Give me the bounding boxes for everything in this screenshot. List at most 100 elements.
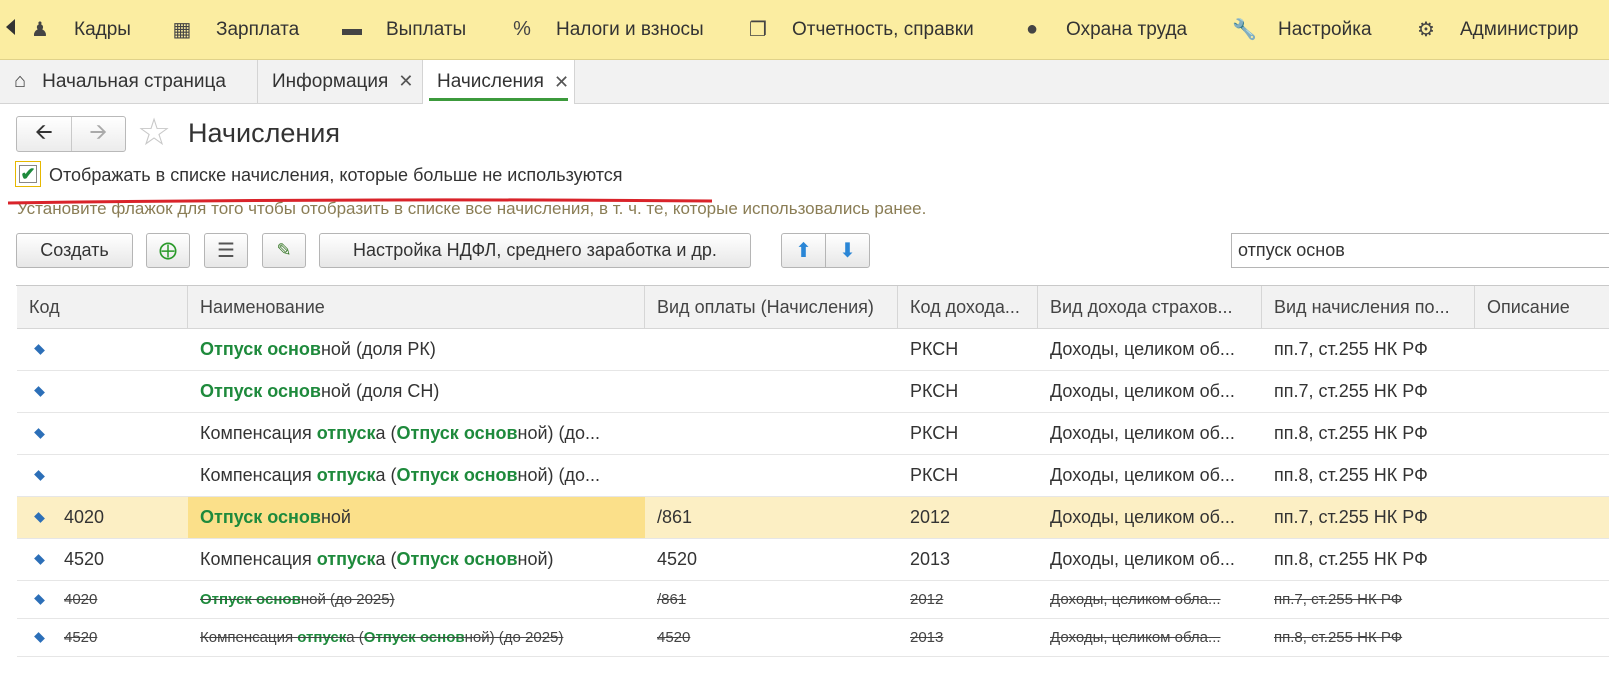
nav-item-zarplata[interactable]: ▦ Зарплата: [170, 0, 300, 59]
list-button[interactable]: ☰: [204, 233, 248, 268]
cell-income: 2013: [910, 629, 944, 646]
cell-code: 4520: [17, 619, 188, 656]
table-row[interactable]: 4520 Компенсация отпуск а (Отпуск основ ной…: [17, 539, 1609, 581]
nav-item-vyplaty[interactable]: ▬ Выплаты: [340, 0, 466, 59]
cell-income: 2012: [910, 591, 944, 608]
pencil-clock-icon: ✎: [276, 240, 292, 260]
cell-pay: [645, 413, 898, 454]
col-header-income-code[interactable]: Код дохода...: [898, 286, 1038, 329]
forward-button[interactable]: 🡪: [72, 117, 126, 151]
cell-desc: [1475, 329, 1609, 370]
create-button[interactable]: Создать: [16, 233, 133, 268]
tab-bar: ⌂ Начальная страница Информация ✕ Начисл…: [0, 60, 1609, 104]
table-row[interactable]: Отпуск основ ной (доля СН) РКСН Доходы, цел…: [17, 371, 1609, 413]
scroll-left-icon[interactable]: [6, 19, 15, 35]
wrench-icon: 🔧: [1232, 19, 1257, 41]
cell-kind: пп.8, ст.255 НК РФ: [1274, 423, 1428, 443]
cell-desc: [1475, 619, 1609, 656]
wallet-icon: ▬: [342, 18, 362, 40]
cell-ins: Доходы, целиком обла...: [1050, 591, 1221, 608]
cell-ins: Доходы, целиком об...: [1050, 381, 1235, 401]
cell-income: РКСН: [910, 465, 959, 485]
nav-item-nastroyka[interactable]: 🔧 Настройка: [1232, 0, 1372, 59]
percent-icon: %: [513, 18, 531, 40]
move-down-button[interactable]: ⬇: [825, 233, 870, 268]
item-diamond-icon: [34, 512, 45, 523]
cell-desc: [1475, 455, 1609, 496]
search-input[interactable]: [1231, 233, 1609, 268]
arrow-down-icon: ⬇: [839, 240, 856, 262]
table-row[interactable]: Компенсация отпуск а (Отпуск основ ной) (д…: [17, 413, 1609, 455]
cell-name: Отпуск основ ной (доля СН): [200, 381, 440, 401]
cell-code: [17, 371, 188, 412]
cell-income: РКСН: [910, 381, 959, 401]
gear-icon: ⚙: [1417, 19, 1435, 41]
cell-code: [17, 329, 188, 370]
edit-history-button[interactable]: ✎: [262, 233, 306, 268]
cell-ins: Доходы, целиком об...: [1050, 549, 1235, 569]
helmet-icon: ●: [1025, 18, 1039, 40]
cell-pay: /861: [657, 507, 693, 527]
annotation-red-underline: [7, 198, 713, 205]
show-unused-label[interactable]: Отображать в списке начисления, которые …: [49, 165, 623, 186]
cell-ins: Доходы, целиком об...: [1050, 465, 1235, 485]
item-diamond-icon: [34, 632, 45, 643]
cell-ins: Доходы, целиком об...: [1050, 423, 1235, 443]
move-up-button[interactable]: ⬆: [781, 233, 826, 268]
ndfl-settings-button[interactable]: Настройка НДФЛ, среднего заработка и др.: [319, 233, 751, 268]
cell-kind: пп.8, ст.255 НК РФ: [1274, 629, 1403, 646]
cell-code: 4520: [17, 539, 188, 580]
cell-code: 4020: [17, 497, 188, 538]
col-header-insurance-income[interactable]: Вид дохода страхов...: [1038, 286, 1262, 329]
cell-desc: [1475, 539, 1609, 580]
copy-button[interactable]: ⨁: [146, 233, 190, 268]
close-icon[interactable]: ✕: [398, 71, 413, 92]
item-diamond-icon: [34, 344, 45, 355]
col-header-code[interactable]: Код: [17, 286, 188, 329]
item-diamond-icon: [34, 428, 45, 439]
close-icon[interactable]: ✕: [554, 72, 569, 93]
table-row[interactable]: 4520 Компенсация отпуск а (Отпуск основ ной…: [17, 619, 1609, 657]
list-icon: ☰: [217, 240, 235, 262]
nav-item-ohrana[interactable]: ● Охрана труда: [1020, 0, 1187, 59]
item-diamond-icon: [34, 386, 45, 397]
history-buttons: 🡨 🡪: [16, 116, 126, 152]
tab-nachisleniya[interactable]: Начисления ✕: [423, 60, 575, 104]
cell-ins: Доходы, целиком об...: [1050, 507, 1235, 527]
nav-item-admin[interactable]: ⚙ Администрир: [1414, 0, 1578, 59]
table-row[interactable]: Отпуск основ ной (доля РК) РКСН Доходы, цел…: [17, 329, 1609, 371]
table-row[interactable]: 4020 Отпуск основ ной/861 2012 Доходы, целик…: [17, 497, 1609, 539]
nav-item-nalogi[interactable]: % Налоги и взносы: [510, 0, 704, 59]
top-navigation-bar: ♟ Кадры ▦ Зарплата ▬ Выплаты % Налоги и взно…: [0, 0, 1609, 60]
cell-income: РКСН: [910, 423, 959, 443]
cell-name: Компенсация отпуск а (Отпуск основ ной): [200, 549, 554, 569]
show-unused-checkbox[interactable]: ✔: [15, 161, 41, 187]
back-button[interactable]: 🡨: [17, 117, 72, 151]
cell-pay: [645, 329, 898, 370]
table-row[interactable]: 4020 Отпуск основ ной (до 2025) /861 2012 Дох…: [17, 581, 1609, 619]
nav-item-kadry[interactable]: ♟ Кадры: [28, 0, 131, 59]
cell-desc: [1475, 581, 1609, 618]
col-header-pay-type[interactable]: Вид оплаты (Начисления): [645, 286, 898, 329]
nav-item-otchetnost[interactable]: ❐ Отчетность, справки: [746, 0, 974, 59]
cell-kind: пп.7, ст.255 НК РФ: [1274, 507, 1428, 527]
cell-pay: 4520: [657, 549, 698, 569]
cell-pay: /861: [657, 591, 687, 608]
cell-name: Компенсация отпуск а (Отпуск основ ной) (д…: [200, 465, 601, 485]
tab-information[interactable]: Информация ✕: [258, 60, 423, 103]
active-tab-indicator: [429, 98, 568, 101]
cell-kind: пп.7, ст.255 НК РФ: [1274, 591, 1403, 608]
col-header-description[interactable]: Описание: [1475, 286, 1609, 329]
table-row[interactable]: Компенсация отпуск а (Отпуск основ ной) (д…: [17, 455, 1609, 497]
cell-income: РКСН: [910, 339, 959, 359]
col-header-name[interactable]: Наименование: [188, 286, 645, 329]
cell-kind: пп.7, ст.255 НК РФ: [1274, 339, 1428, 359]
tab-home[interactable]: ⌂ Начальная страница: [0, 60, 258, 103]
col-header-accrual-kind[interactable]: Вид начисления по...: [1262, 286, 1475, 329]
accruals-table: Код Наименование Вид оплаты (Начисления)…: [16, 285, 1609, 657]
cell-income: 2012: [910, 507, 951, 527]
cell-desc: [1475, 497, 1609, 538]
documents-icon: ❐: [749, 19, 767, 41]
favorite-star-icon[interactable]: ☆: [137, 113, 171, 153]
cell-name: Компенсация отпуск а (Отпуск основ ной) (д…: [200, 629, 564, 646]
